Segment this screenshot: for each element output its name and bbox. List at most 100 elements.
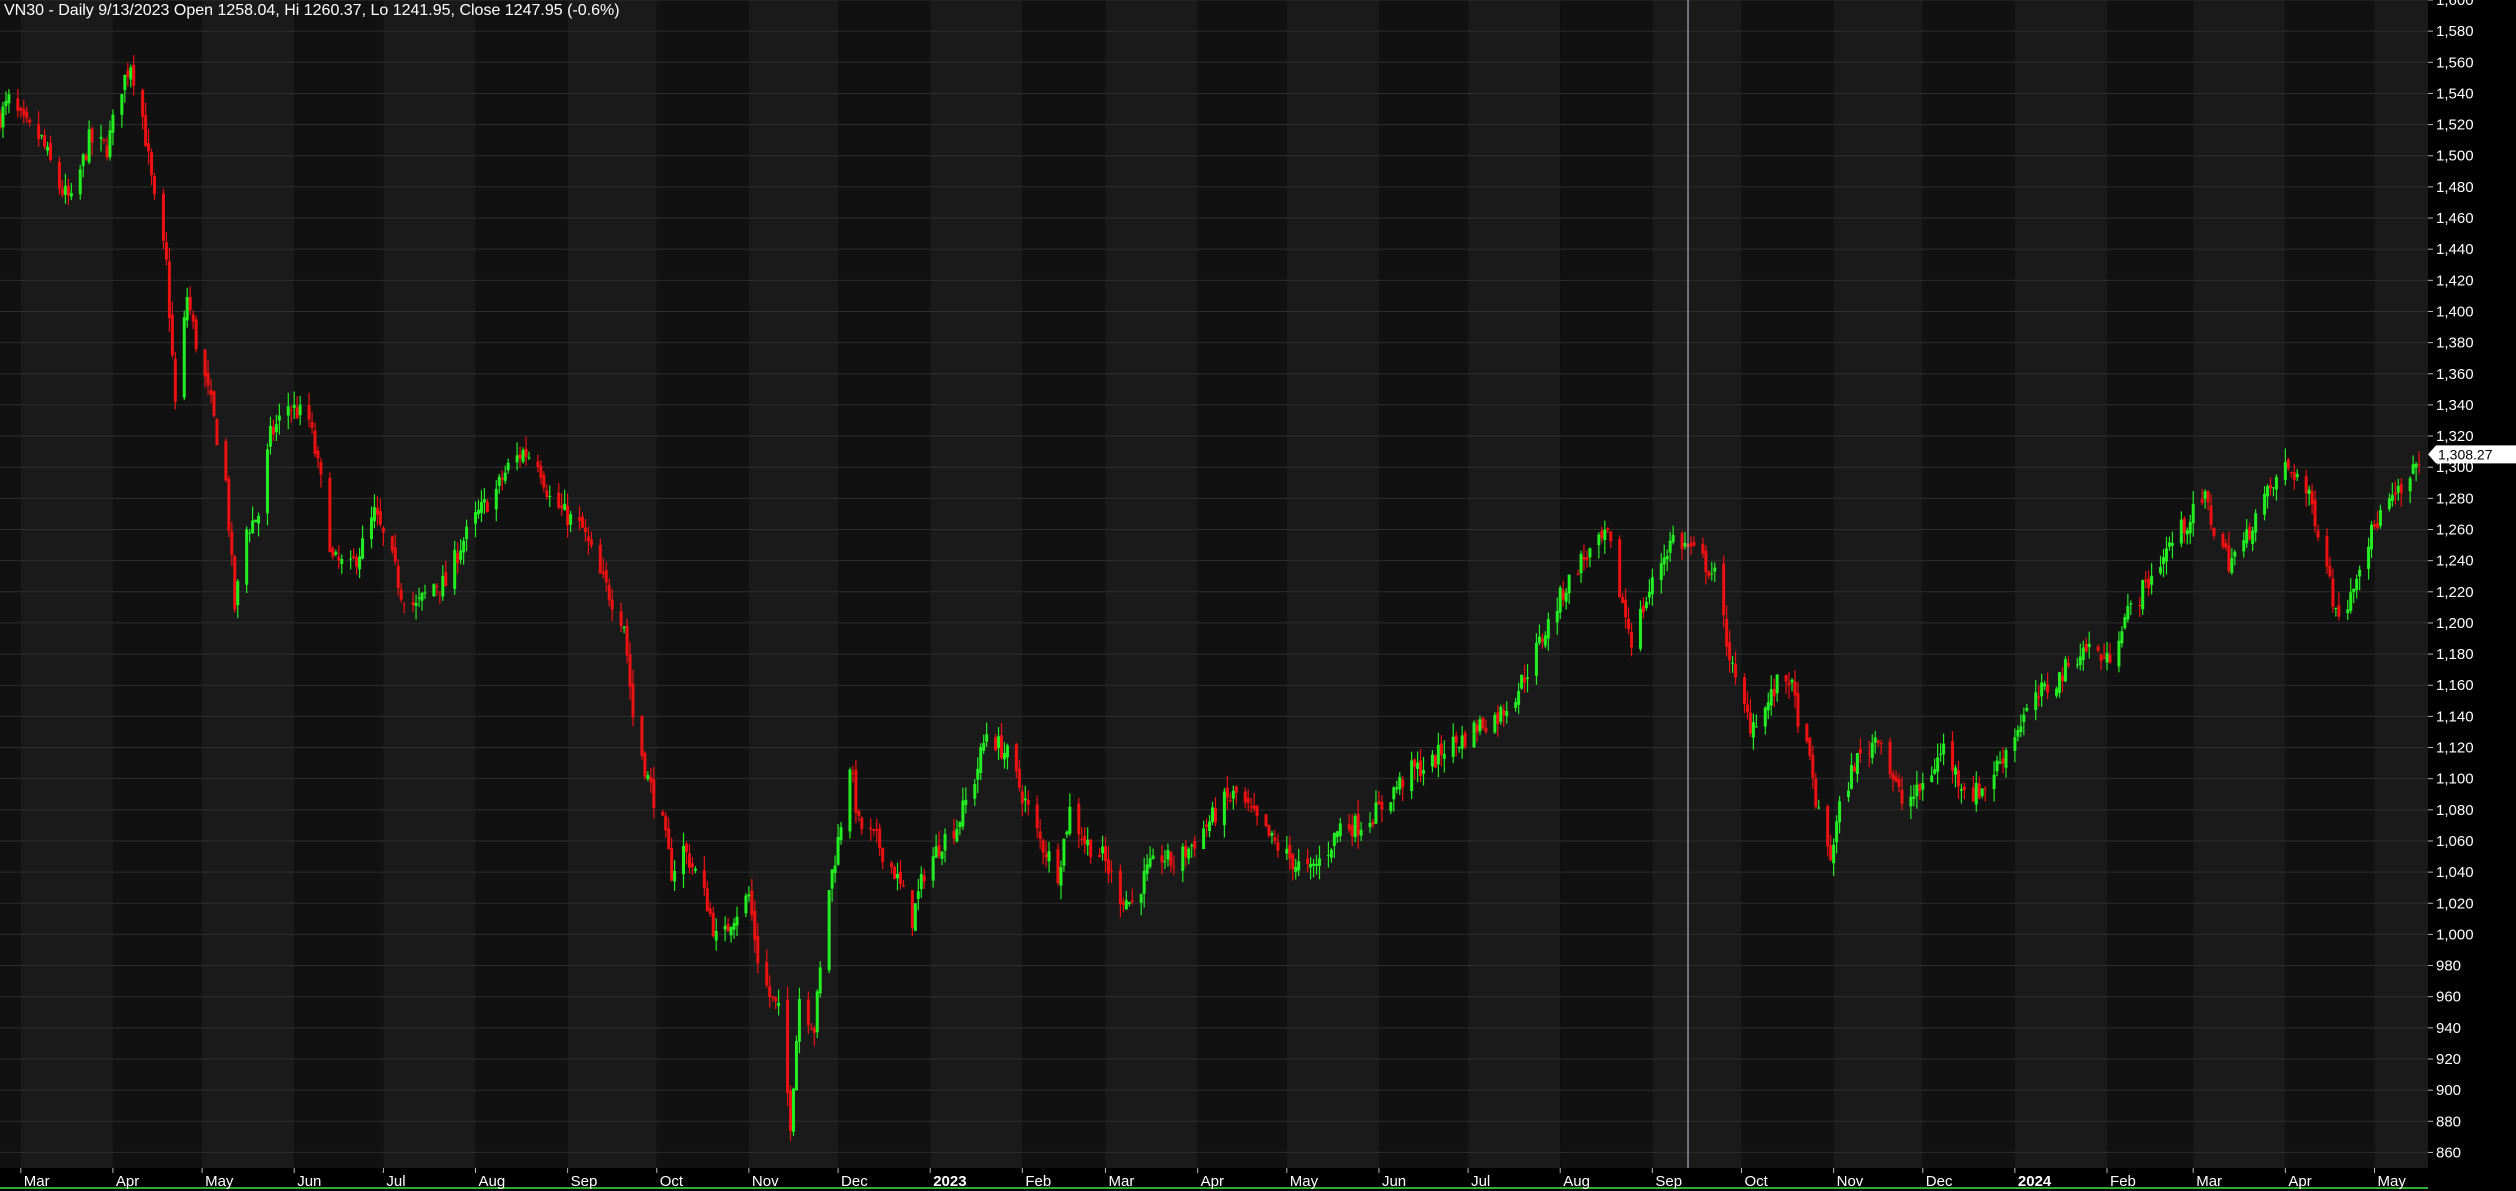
candle-body [123, 74, 127, 91]
candle-body [1309, 863, 1313, 868]
candle-body [2138, 604, 2142, 606]
candle-body [1118, 870, 1122, 905]
candle-body [2390, 494, 2394, 501]
candle-body [2066, 663, 2070, 666]
candle-body [943, 834, 947, 851]
candle-body [435, 585, 439, 588]
candle-body [1897, 779, 1901, 787]
candle-body [1567, 574, 1571, 594]
month-band [1922, 0, 2015, 1168]
x-tick-label: Dec [1926, 1173, 1953, 1190]
candle-body [854, 769, 858, 813]
candle-body [1772, 688, 1776, 697]
candle-body [756, 935, 760, 964]
candle-body [1796, 692, 1800, 727]
candle-body [1246, 797, 1250, 804]
candle-body [227, 478, 231, 531]
candle-body [2224, 543, 2228, 548]
month-band [2193, 0, 2286, 1168]
y-tick-label: 1,500 [2436, 148, 2474, 165]
candle-body [1124, 900, 1128, 910]
candle-body [1121, 901, 1125, 905]
candle-body [1329, 849, 1333, 858]
candle-body [402, 603, 406, 605]
candle-body [1460, 735, 1464, 749]
candle-body [1808, 737, 1812, 756]
candle-body [352, 556, 356, 559]
candle-body [836, 837, 840, 865]
candle-body [164, 242, 168, 260]
candle-body [1249, 805, 1253, 808]
candle-body [901, 885, 905, 887]
candle-body [1561, 590, 1565, 600]
y-tick-label: 1,280 [2436, 490, 2474, 507]
y-tick-label: 1,000 [2436, 926, 2474, 943]
candle-body [1879, 743, 1883, 745]
candle-body [108, 130, 112, 158]
candle-body [372, 507, 376, 522]
candle-body [503, 472, 507, 481]
candle-body [818, 967, 822, 994]
candle-body [170, 314, 174, 356]
month-band [656, 0, 749, 1168]
candle-body [482, 499, 486, 503]
candle-body [2266, 486, 2270, 497]
candle-body [49, 142, 53, 160]
candle-body [1951, 741, 1955, 771]
candle-body [1077, 803, 1081, 835]
candle-body [2040, 682, 2044, 697]
y-tick-label: 1,220 [2436, 584, 2474, 601]
candle-body [973, 784, 977, 799]
candle-body [25, 111, 29, 119]
x-tick-label: Jun [297, 1173, 321, 1190]
candle-body [1787, 682, 1791, 686]
candle-body [955, 828, 959, 842]
candle-body [2396, 485, 2400, 493]
candle-body [476, 509, 480, 515]
candle-body [1184, 845, 1188, 857]
candle-body [1909, 796, 1913, 807]
candle-body [473, 512, 477, 524]
candle-body [245, 529, 249, 585]
candle-body [1493, 714, 1497, 733]
candle-body [607, 584, 611, 601]
candle-body [1793, 681, 1797, 696]
time-axis: Mar Apr May Jun Jul Aug Sep Oct Nov Dec 2023 Feb Mar… [0, 1168, 2428, 1191]
candle-body [2393, 492, 2397, 495]
candle-body [1472, 722, 1476, 748]
candle-body [1959, 788, 1963, 791]
x-tick-label: May [2378, 1173, 2407, 1190]
candle-body [84, 155, 88, 160]
candle-body [851, 772, 855, 774]
candle-body [1980, 788, 1984, 796]
candle-body [2387, 498, 2391, 509]
x-tick-label: Sep [571, 1173, 598, 1190]
candle-body [1208, 821, 1212, 832]
candle-body [2251, 530, 2255, 545]
month-band [930, 0, 1023, 1168]
candlestick-chart[interactable]: 860 880 900 920 940 960 980 1,000 1,020 1,040 1,06… [0, 0, 2516, 1191]
candle-body [459, 550, 463, 560]
candle-body [1499, 707, 1503, 722]
y-tick-label: 1,060 [2436, 833, 2474, 850]
x-tick-label: Jul [386, 1173, 405, 1190]
candle-body [1255, 805, 1259, 816]
candle-body [1315, 864, 1319, 866]
candle-body [1891, 773, 1895, 780]
candle-body [1805, 723, 1809, 742]
candle-body [1413, 759, 1417, 767]
y-tick-label: 1,360 [2436, 366, 2474, 383]
candle-body [1436, 744, 1440, 765]
candle-body [1065, 831, 1069, 835]
y-tick-label: 1,580 [2436, 23, 2474, 40]
candle-body [1894, 776, 1898, 782]
candle-body [827, 890, 831, 971]
candle-body [1047, 851, 1051, 862]
candle-body [789, 1090, 793, 1131]
candle-body [2203, 491, 2207, 499]
candle-body [182, 317, 186, 398]
candle-body [809, 1028, 813, 1030]
candle-body [411, 601, 415, 605]
candle-body [19, 108, 23, 111]
candle-body [2209, 505, 2213, 525]
